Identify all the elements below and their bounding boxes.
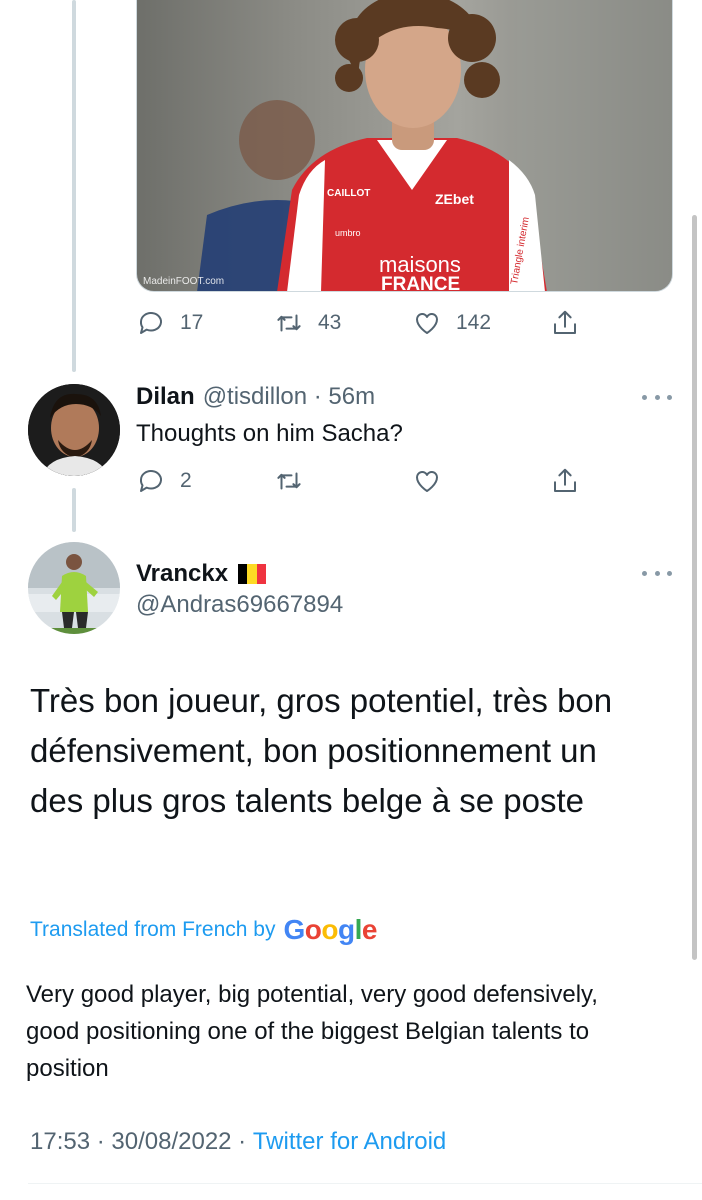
divider [28, 1183, 702, 1184]
belgium-flag-icon [238, 564, 267, 584]
reply-icon [139, 470, 162, 492]
reply-header: Dilan @tisdillon · 56m [136, 383, 375, 411]
tweet-media-image[interactable]: maisons FRANCE ZEbet CAILLOT umbro Trian… [136, 0, 673, 292]
reply-like-button[interactable] [412, 464, 442, 498]
translated-label-text: Translated from French by [30, 918, 276, 941]
main-author-handle[interactable]: @Andras69667894 [136, 591, 343, 619]
share-button[interactable] [550, 306, 580, 340]
meta-separator-2: · [231, 1128, 253, 1155]
main-more-options-icon[interactable] [642, 568, 672, 578]
share-icon [554, 310, 576, 334]
tweet-meta: 17:53 · 30/08/2022 · Twitter for Android [30, 1128, 446, 1156]
thread-line-bottom [72, 488, 76, 532]
avatar-vranckx[interactable] [28, 542, 120, 634]
heart-icon [415, 471, 439, 492]
reply-timestamp[interactable]: 56m [328, 383, 375, 411]
retweet-icon [277, 472, 301, 490]
heart-icon [415, 313, 439, 334]
separator-dot: · [307, 383, 329, 410]
player-photo-illustration: maisons FRANCE ZEbet CAILLOT umbro Trian… [197, 0, 672, 292]
tweet-source[interactable]: Twitter for Android [253, 1128, 446, 1156]
like-count: 142 [456, 311, 492, 334]
avatar-image-vranckx [28, 542, 120, 634]
jersey-brand-left: CAILLOT [327, 188, 370, 199]
reply-text: Thoughts on him Sacha? [136, 420, 403, 447]
meta-separator-1: · [90, 1128, 112, 1155]
image-credit: MadeinFOOT.com [143, 276, 225, 287]
main-author-name[interactable]: Vranckx [136, 560, 228, 588]
reply-icon [139, 312, 162, 334]
like-button[interactable]: 142 [412, 306, 491, 340]
tweet-date[interactable]: 30/08/2022 [111, 1128, 231, 1156]
avatar-dilan[interactable] [28, 384, 120, 476]
reply-retweet-button[interactable] [274, 464, 304, 498]
google-logo: Google [283, 914, 377, 945]
reply-reply-button[interactable]: 2 [136, 464, 192, 498]
reply-author-name[interactable]: Dilan [136, 383, 195, 411]
translated-from-label[interactable]: Translated from French by Google [30, 914, 377, 946]
retweet-icon [277, 314, 301, 332]
tweet-time[interactable]: 17:53 [30, 1128, 90, 1156]
reply-button[interactable]: 17 [136, 306, 203, 340]
translated-text: Very good player, big potential, very go… [26, 981, 598, 1082]
tweet-actions-bar: 17 43 142 [136, 306, 596, 340]
jersey-chest-sponsor: ZEbet [435, 191, 474, 207]
jersey-sponsor-2: FRANCE [381, 274, 460, 292]
reply-reply-count: 2 [180, 469, 192, 492]
retweet-count: 43 [318, 311, 342, 334]
jersey-kit-maker: umbro [335, 228, 361, 238]
avatar-image-dilan [28, 384, 120, 476]
share-icon [554, 468, 576, 492]
main-tweet-text: Très bon joueur, gros potentiel, très bo… [30, 682, 613, 819]
reply-author-handle[interactable]: @tisdillon [203, 383, 307, 411]
main-tweet-header: Vranckx [136, 560, 267, 588]
reply-count: 17 [180, 311, 204, 334]
thread-line-top [72, 0, 76, 372]
reply-more-options-icon[interactable] [642, 392, 672, 402]
reply-share-button[interactable] [550, 464, 580, 498]
retweet-button[interactable]: 43 [274, 306, 341, 340]
reply-actions-bar: 2 [136, 464, 596, 498]
scrollbar[interactable] [692, 215, 697, 960]
